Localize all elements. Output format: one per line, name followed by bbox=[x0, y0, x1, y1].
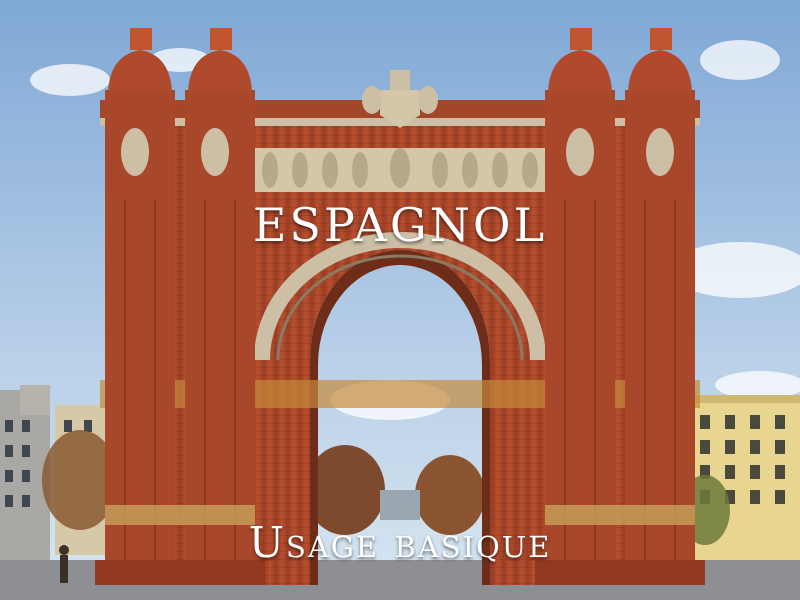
title: ESPAGNOL bbox=[252, 198, 548, 252]
subtitle: Usage basique bbox=[248, 518, 552, 567]
arch-photo bbox=[0, 0, 800, 600]
